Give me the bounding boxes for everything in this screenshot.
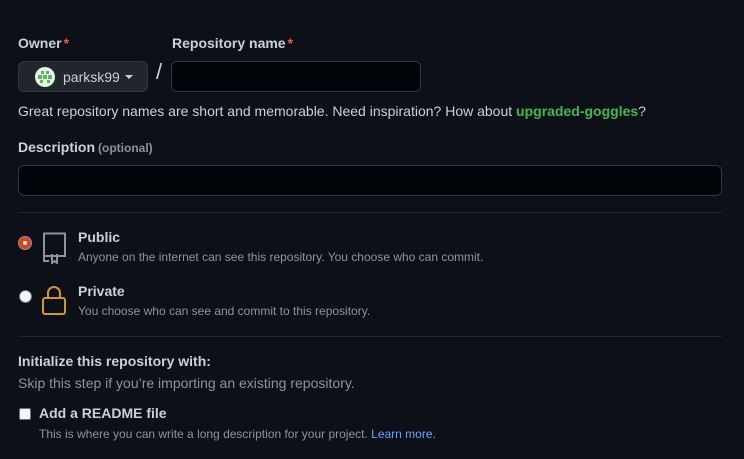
lock-icon bbox=[42, 286, 66, 315]
repo-name-label: Repository name * bbox=[172, 35, 294, 51]
divider bbox=[18, 212, 722, 213]
name-suggestion[interactable]: upgraded-goggles bbox=[516, 103, 638, 119]
repo-icon bbox=[43, 232, 66, 264]
readme-label[interactable]: Add a README file bbox=[39, 405, 167, 421]
private-title[interactable]: Private bbox=[78, 283, 125, 299]
public-description: Anyone on the internet can see this repo… bbox=[78, 250, 484, 264]
readme-checkbox[interactable] bbox=[19, 408, 31, 420]
private-description: You choose who can see and commit to thi… bbox=[78, 304, 371, 318]
owner-repo-separator: / bbox=[156, 59, 163, 84]
required-mark: * bbox=[63, 35, 70, 51]
description-input[interactable] bbox=[18, 165, 722, 196]
learn-more-link[interactable]: Learn more. bbox=[371, 427, 436, 441]
radio-private[interactable] bbox=[19, 290, 32, 303]
owner-label: Owner * bbox=[18, 35, 70, 51]
readme-description: This is where you can write a long descr… bbox=[39, 427, 436, 441]
description-label: Description (optional) bbox=[18, 139, 153, 155]
owner-select-button[interactable]: parksk99 bbox=[18, 61, 148, 92]
owner-name: parksk99 bbox=[63, 68, 120, 85]
public-title[interactable]: Public bbox=[78, 229, 120, 245]
caret-down-icon bbox=[124, 74, 133, 79]
required-mark: * bbox=[287, 35, 294, 51]
initialize-subtitle: Skip this step if you’re importing an ex… bbox=[18, 375, 355, 391]
repo-name-hint: Great repository names are short and mem… bbox=[18, 103, 646, 119]
optional-note: (optional) bbox=[98, 141, 153, 155]
radio-public[interactable] bbox=[19, 237, 31, 249]
repo-name-input[interactable] bbox=[171, 61, 421, 92]
avatar bbox=[35, 66, 55, 87]
initialize-title: Initialize this repository with: bbox=[18, 353, 211, 369]
create-repo-form: Owner * parksk99 / Repository name * Great… bbox=[0, 0, 744, 459]
divider bbox=[18, 336, 722, 337]
